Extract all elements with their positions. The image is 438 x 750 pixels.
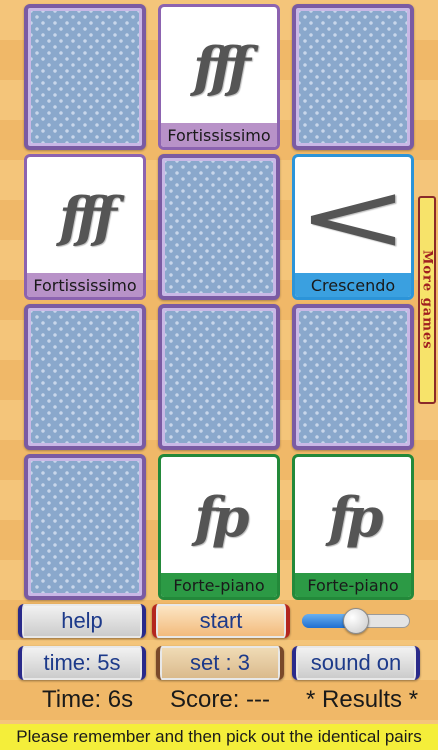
- results-link[interactable]: * Results *: [306, 686, 418, 714]
- dynamic-symbol: fp: [328, 485, 384, 549]
- card-facedown[interactable]: [292, 304, 414, 450]
- card-faceup[interactable]: fp Forte-piano: [292, 454, 414, 600]
- card-facedown[interactable]: [24, 454, 146, 600]
- card-label: Forte-piano: [161, 573, 277, 597]
- help-button[interactable]: help: [18, 604, 146, 638]
- dynamic-symbol: fff: [59, 185, 117, 249]
- dynamic-symbol: fp: [194, 485, 250, 549]
- card-facedown[interactable]: [24, 4, 146, 150]
- card-facedown[interactable]: [292, 4, 414, 150]
- card-faceup[interactable]: < Crescendo: [292, 154, 414, 300]
- card-faceup[interactable]: fff Fortississimo: [24, 154, 146, 300]
- card-facedown[interactable]: [158, 304, 280, 450]
- dynamic-symbol: <: [296, 161, 410, 273]
- slider-knob[interactable]: [343, 608, 369, 634]
- elapsed-time-readout: Time: 6s: [42, 686, 134, 713]
- card-label: Fortississimo: [161, 123, 277, 147]
- more-games-label: More games: [419, 250, 435, 350]
- start-button[interactable]: start: [152, 604, 290, 638]
- card-facedown[interactable]: [24, 304, 146, 450]
- volume-slider[interactable]: [302, 608, 410, 634]
- dynamic-symbol: fff: [193, 35, 251, 99]
- card-facedown[interactable]: [158, 154, 280, 300]
- sound-toggle-button[interactable]: sound on: [292, 646, 420, 680]
- instruction-banner: Please remember and then pick out the id…: [0, 724, 438, 750]
- more-games-tab[interactable]: More games: [418, 196, 436, 404]
- card-faceup[interactable]: fp Forte-piano: [158, 454, 280, 600]
- set-selector-button[interactable]: set : 3: [156, 646, 284, 680]
- time-setting-button[interactable]: time: 5s: [18, 646, 146, 680]
- card-faceup[interactable]: fff Fortississimo: [158, 4, 280, 150]
- card-label: Crescendo: [295, 273, 411, 297]
- card-label: Forte-piano: [295, 573, 411, 597]
- score-readout: Score: ---: [170, 686, 271, 713]
- card-label: Fortississimo: [27, 273, 143, 297]
- card-board: fff Fortississimo fff Fortississimo < Crescen…: [24, 4, 414, 600]
